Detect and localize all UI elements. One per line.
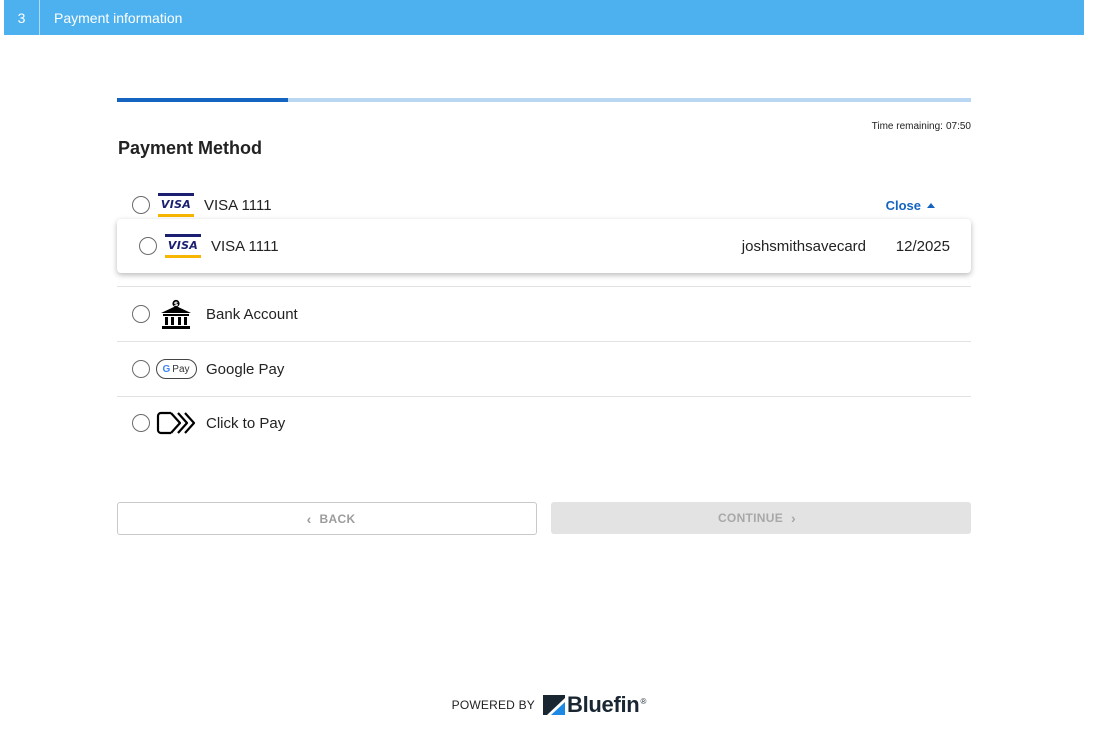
time-remaining-label: Time remaining:: [871, 121, 943, 132]
saved-card-nickname: joshsmithsavecard: [741, 237, 866, 255]
visa-icon: VISA: [158, 193, 194, 217]
click-to-pay-radio[interactable]: [132, 414, 150, 432]
step-header: 3 Payment information: [4, 0, 1084, 35]
continue-button[interactable]: CONTINUE ›: [551, 502, 971, 534]
powered-by-footer: POWERED BY Bluefin ®: [0, 692, 1098, 718]
payment-option-click-to-pay[interactable]: Click to Pay: [117, 410, 971, 436]
close-saved-cards-button[interactable]: Close: [886, 198, 935, 213]
time-remaining-value: 07:50: [945, 121, 971, 132]
continue-label: CONTINUE: [717, 511, 784, 525]
divider: [117, 286, 971, 287]
google-pay-icon: G Pay: [155, 359, 197, 379]
bluefin-logo-icon: [543, 695, 565, 715]
click-to-pay-label: Click to Pay: [206, 414, 286, 432]
bank-radio[interactable]: [132, 305, 150, 323]
saved-card-item[interactable]: VISA VISA 1111 joshsmithsavecard 12/2025: [117, 219, 971, 273]
saved-card-label: VISA 1111: [211, 237, 279, 255]
payment-option-bank[interactable]: $ Bank Account: [117, 298, 971, 330]
payment-option-card[interactable]: VISA VISA 1111 Close: [117, 193, 971, 217]
card-label: VISA 1111: [204, 196, 272, 214]
step-title: Payment information: [54, 9, 183, 26]
chevron-left-icon: ‹: [306, 510, 312, 527]
click-to-pay-icon: [156, 410, 196, 436]
caret-up-icon: [927, 202, 935, 208]
time-remaining: Time remaining: 07:50: [869, 121, 971, 132]
back-label: BACK: [319, 511, 356, 526]
progress-bar: [117, 98, 971, 102]
visa-icon: VISA: [165, 234, 201, 258]
brand-registered-mark: ®: [640, 696, 647, 706]
card-radio[interactable]: [132, 196, 150, 214]
powered-by-label: POWERED BY: [451, 698, 535, 712]
payment-option-google-pay[interactable]: G Pay Google Pay: [117, 356, 971, 382]
progress-fill: [117, 98, 288, 102]
page-title: Payment Method: [118, 138, 263, 158]
google-pay-label: Google Pay: [206, 360, 285, 378]
google-pay-radio[interactable]: [132, 360, 150, 378]
close-label: Close: [885, 197, 921, 213]
saved-card-expiry: 12/2025: [895, 237, 950, 255]
step-number: 3: [4, 0, 40, 35]
divider: [117, 341, 971, 342]
back-button[interactable]: ‹ BACK: [117, 502, 537, 535]
chevron-right-icon: ›: [791, 510, 797, 526]
bluefin-brand: Bluefin: [567, 692, 640, 717]
divider: [117, 396, 971, 397]
bank-icon: $: [156, 298, 196, 330]
saved-card-radio[interactable]: [139, 237, 157, 255]
bank-label: Bank Account: [206, 305, 298, 323]
